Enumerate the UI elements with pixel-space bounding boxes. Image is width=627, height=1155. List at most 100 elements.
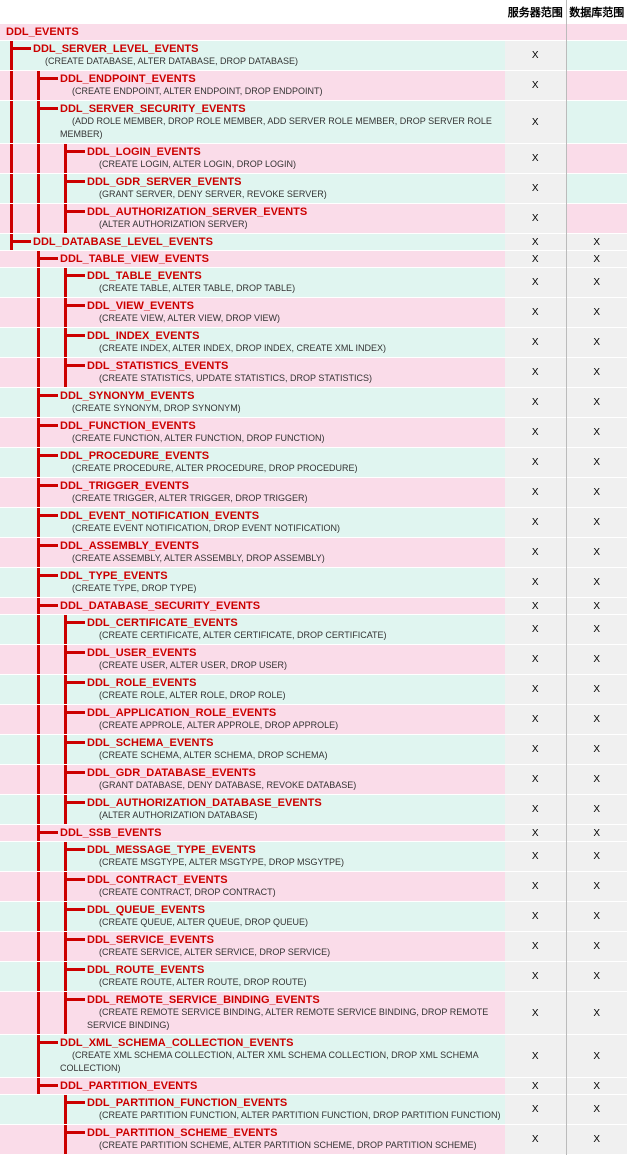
tree-row: DDL_GDR_DATABASE_EVENTS(GRANT DATABASE, … [0, 765, 627, 795]
tree-row: DDL_ASSEMBLY_EVENTS(CREATE ASSEMBLY, ALT… [0, 538, 627, 568]
database-scope-cell: X [566, 932, 627, 962]
server-scope-cell: X [505, 992, 566, 1035]
server-scope-cell: X [505, 71, 566, 101]
event-subtitle: (CREATE PARTITION SCHEME, ALTER PARTITIO… [87, 1140, 477, 1150]
tree-node: DDL_INDEX_EVENTS(CREATE INDEX, ALTER IND… [0, 328, 505, 357]
database-scope-cell: X [566, 328, 627, 358]
tree-row: DDL_DATABASE_SECURITY_EVENTSXX [0, 598, 627, 615]
server-scope-cell: X [505, 568, 566, 598]
event-subtitle: (CREATE STATISTICS, UPDATE STATISTICS, D… [87, 373, 372, 383]
tree-row: DDL_SERVICE_EVENTS(CREATE SERVICE, ALTER… [0, 932, 627, 962]
tree-row: DDL_REMOTE_SERVICE_BINDING_EVENTS(CREATE… [0, 992, 627, 1035]
database-scope-cell: X [566, 645, 627, 675]
tree-row: DDL_CERTIFICATE_EVENTS(CREATE CERTIFICAT… [0, 615, 627, 645]
database-scope-cell: X [566, 735, 627, 765]
event-title: DDL_ROLE_EVENTS [87, 677, 505, 689]
tree-row: DDL_EVENT_NOTIFICATION_EVENTS(CREATE EVE… [0, 508, 627, 538]
tree-node: DDL_QUEUE_EVENTS(CREATE QUEUE, ALTER QUE… [0, 902, 505, 931]
database-scope-cell [566, 204, 627, 234]
database-scope-cell: X [566, 358, 627, 388]
tree-node: DDL_CERTIFICATE_EVENTS(CREATE CERTIFICAT… [0, 615, 505, 644]
server-scope-cell: X [505, 538, 566, 568]
database-scope-cell: X [566, 615, 627, 645]
database-scope-cell: X [566, 902, 627, 932]
tree-node: DDL_GDR_DATABASE_EVENTS(GRANT DATABASE, … [0, 765, 505, 794]
server-scope-cell: X [505, 508, 566, 538]
server-scope-cell: X [505, 675, 566, 705]
database-scope-cell: X [566, 298, 627, 328]
event-title: DDL_XML_SCHEMA_COLLECTION_EVENTS [60, 1037, 505, 1049]
tree-node: DDL_TABLE_VIEW_EVENTS [0, 251, 505, 267]
event-subtitle: (CREATE FUNCTION, ALTER FUNCTION, DROP F… [60, 433, 325, 443]
database-scope-cell: X [566, 872, 627, 902]
tree-node: DDL_ENDPOINT_EVENTS(CREATE ENDPOINT, ALT… [0, 71, 505, 100]
tree-node: DDL_STATISTICS_EVENTS(CREATE STATISTICS,… [0, 358, 505, 387]
event-title: DDL_SYNONYM_EVENTS [60, 390, 505, 402]
event-subtitle: (CREATE TYPE, DROP TYPE) [60, 583, 196, 593]
server-scope-cell: X [505, 144, 566, 174]
event-subtitle: (ALTER AUTHORIZATION DATABASE) [87, 810, 257, 820]
database-scope-cell: X [566, 1095, 627, 1125]
tree-node: DDL_GDR_SERVER_EVENTS(GRANT SERVER, DENY… [0, 174, 505, 203]
database-scope-cell: X [566, 478, 627, 508]
server-scope-cell: X [505, 705, 566, 735]
tree-row: DDL_ROUTE_EVENTS(CREATE ROUTE, ALTER ROU… [0, 962, 627, 992]
database-scope-cell: X [566, 1125, 627, 1155]
event-subtitle: (CREATE CONTRACT, DROP CONTRACT) [87, 887, 276, 897]
event-title: DDL_GDR_SERVER_EVENTS [87, 176, 505, 188]
tree-row: DDL_PARTITION_SCHEME_EVENTS(CREATE PARTI… [0, 1125, 627, 1155]
event-title: DDL_GDR_DATABASE_EVENTS [87, 767, 505, 779]
tree-node: DDL_SERVER_LEVEL_EVENTS(CREATE DATABASE,… [0, 41, 505, 70]
tree-node: DDL_ASSEMBLY_EVENTS(CREATE ASSEMBLY, ALT… [0, 538, 505, 567]
event-subtitle: (CREATE SYNONYM, DROP SYNONYM) [60, 403, 241, 413]
tree-row: DDL_DATABASE_LEVEL_EVENTSXX [0, 234, 627, 251]
event-subtitle: (CREATE DATABASE, ALTER DATABASE, DROP D… [33, 56, 298, 66]
database-scope-cell: X [566, 795, 627, 825]
event-subtitle: (CREATE VIEW, ALTER VIEW, DROP VIEW) [87, 313, 280, 323]
event-title: DDL_TYPE_EVENTS [60, 570, 505, 582]
event-subtitle: (CREATE TABLE, ALTER TABLE, DROP TABLE) [87, 283, 295, 293]
server-scope-cell: X [505, 962, 566, 992]
database-scope-cell: X [566, 962, 627, 992]
event-subtitle: (CREATE SCHEMA, ALTER SCHEMA, DROP SCHEM… [87, 750, 328, 760]
server-scope-cell [505, 24, 566, 41]
event-subtitle: (CREATE EVENT NOTIFICATION, DROP EVENT N… [60, 523, 340, 533]
event-title: DDL_PARTITION_EVENTS [60, 1080, 505, 1092]
event-title: DDL_FUNCTION_EVENTS [60, 420, 505, 432]
database-scope-cell: X [566, 765, 627, 795]
database-scope-cell [566, 41, 627, 71]
database-scope-cell [566, 71, 627, 101]
server-scope-cell: X [505, 268, 566, 298]
event-subtitle: (CREATE QUEUE, ALTER QUEUE, DROP QUEUE) [87, 917, 308, 927]
tree-row: DDL_SYNONYM_EVENTS(CREATE SYNONYM, DROP … [0, 388, 627, 418]
tree-node: DDL_MESSAGE_TYPE_EVENTS(CREATE MSGTYPE, … [0, 842, 505, 871]
server-scope-cell: X [505, 41, 566, 71]
server-scope-cell: X [505, 872, 566, 902]
event-title: DDL_PARTITION_FUNCTION_EVENTS [87, 1097, 505, 1109]
server-scope-cell: X [505, 932, 566, 962]
event-subtitle: (CREATE REMOTE SERVICE BINDING, ALTER RE… [87, 1007, 488, 1030]
database-scope-cell: X [566, 1078, 627, 1095]
tree-row: DDL_PARTITION_EVENTSXX [0, 1078, 627, 1095]
event-subtitle: (CREATE APPROLE, ALTER APPROLE, DROP APP… [87, 720, 338, 730]
database-scope-cell: X [566, 1035, 627, 1078]
tree-node: DDL_ROUTE_EVENTS(CREATE ROUTE, ALTER ROU… [0, 962, 505, 991]
tree-node: DDL_SERVER_SECURITY_EVENTS(ADD ROLE MEMB… [0, 101, 505, 143]
tree-node: DDL_EVENTS [0, 24, 505, 40]
server-scope-cell: X [505, 598, 566, 615]
tree-row: DDL_XML_SCHEMA_COLLECTION_EVENTS(CREATE … [0, 1035, 627, 1078]
event-title: DDL_PROCEDURE_EVENTS [60, 450, 505, 462]
tree-row: DDL_TRIGGER_EVENTS(CREATE TRIGGER, ALTER… [0, 478, 627, 508]
database-scope-cell: X [566, 234, 627, 251]
tree-row: DDL_STATISTICS_EVENTS(CREATE STATISTICS,… [0, 358, 627, 388]
database-scope-cell: X [566, 825, 627, 842]
tree-row: DDL_AUTHORIZATION_DATABASE_EVENTS(ALTER … [0, 795, 627, 825]
tree-row: DDL_PROCEDURE_EVENTS(CREATE PROCEDURE, A… [0, 448, 627, 478]
tree-row: DDL_AUTHORIZATION_SERVER_EVENTS(ALTER AU… [0, 204, 627, 234]
database-scope-cell: X [566, 538, 627, 568]
event-title: DDL_CERTIFICATE_EVENTS [87, 617, 505, 629]
event-title: DDL_SSB_EVENTS [60, 827, 505, 839]
database-scope-cell [566, 101, 627, 144]
tree-node: DDL_SSB_EVENTS [0, 825, 505, 841]
event-title: DDL_VIEW_EVENTS [87, 300, 505, 312]
